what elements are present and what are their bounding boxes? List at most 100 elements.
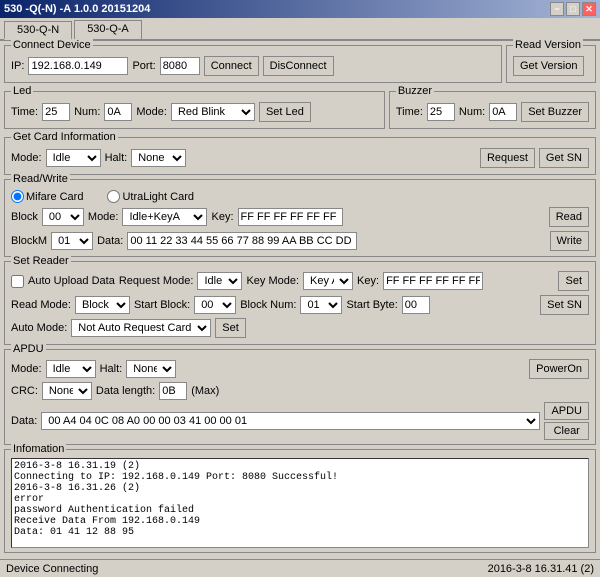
- mifare-radio-item[interactable]: Mifare Card: [11, 190, 83, 203]
- connect-device-section: Connect Device IP: Port: Connect DisConn…: [4, 45, 502, 83]
- apdu-button[interactable]: APDU: [544, 402, 589, 420]
- maximize-button[interactable]: □: [566, 2, 580, 16]
- block-num-label: Block Num:: [240, 299, 296, 311]
- power-on-button[interactable]: PowerOn: [529, 359, 589, 379]
- rw-mode-select[interactable]: Idle+KeyAIdle+KeyBAuto+KeyAAuto+KeyB: [122, 208, 207, 226]
- key-mode-select[interactable]: Key AKey B: [303, 272, 353, 290]
- card-mode-select[interactable]: IdleAutoManual: [46, 149, 101, 167]
- status-right: 2016-3-8 16.31.41 (2): [488, 563, 594, 575]
- clear-button[interactable]: Clear: [544, 422, 589, 440]
- led-mode-select[interactable]: Red Blink Green Blink Blue Blink Off: [171, 103, 255, 121]
- tab-530-q-a[interactable]: 530-Q-A: [74, 20, 142, 39]
- window-controls: − □ ✕: [550, 2, 596, 16]
- data-length-input[interactable]: [159, 382, 187, 400]
- rw-data-input[interactable]: [127, 232, 357, 250]
- ultralight-radio[interactable]: [107, 190, 120, 203]
- apdu-data-select[interactable]: 00 A4 04 0C 08 A0 00 00 03 41 00 00 01: [41, 412, 540, 430]
- card-mode-label: Mode:: [11, 152, 42, 164]
- read-version-section: Read Version Get Version: [506, 45, 596, 83]
- read-mode-select[interactable]: BlockSector: [75, 296, 130, 314]
- minimize-button[interactable]: −: [550, 2, 564, 16]
- title-bar: 530 -Q(-N) -A 1.0.0 20151204 − □ ✕: [0, 0, 600, 18]
- information-title: Infomation: [11, 443, 66, 455]
- buzzer-time-input[interactable]: [427, 103, 455, 121]
- tab-530-q-n[interactable]: 530-Q-N: [4, 21, 72, 40]
- information-section: Infomation 2016-3-8 16.31.19 (2)Connecti…: [4, 449, 596, 553]
- rw-key-input[interactable]: [238, 208, 343, 226]
- get-sn-button[interactable]: Get SN: [539, 148, 589, 168]
- rw-key-label: Key:: [211, 211, 233, 223]
- request-mode-label: Request Mode:: [119, 275, 194, 287]
- led-time-input[interactable]: [42, 103, 70, 121]
- data-length-label: Data length:: [96, 385, 155, 397]
- set-reader-title: Set Reader: [11, 255, 71, 267]
- port-input[interactable]: [160, 57, 200, 75]
- mifare-radio[interactable]: [11, 190, 24, 203]
- read-button[interactable]: Read: [549, 207, 589, 227]
- ip-label: IP:: [11, 60, 24, 72]
- auto-upload-checkbox[interactable]: [11, 275, 24, 288]
- apdu-mode-label: Mode:: [11, 363, 42, 375]
- key-mode-label: Key Mode:: [246, 275, 299, 287]
- buzzer-time-label: Time:: [396, 106, 423, 118]
- ultralight-radio-item[interactable]: UtraLight Card: [107, 190, 194, 203]
- set-button[interactable]: Set: [558, 271, 589, 291]
- set-buzzer-button[interactable]: Set Buzzer: [521, 102, 589, 122]
- mifare-label: Mifare Card: [26, 191, 83, 203]
- blockm-label: BlockM: [11, 235, 47, 247]
- ultralight-label: UtraLight Card: [122, 191, 194, 203]
- get-version-button[interactable]: Get Version: [513, 56, 584, 76]
- set-sn-button[interactable]: Set SN: [540, 295, 589, 315]
- rw-mode-label: Mode:: [88, 211, 119, 223]
- led-num-input[interactable]: [104, 103, 132, 121]
- auto-mode-label: Auto Mode:: [11, 322, 67, 334]
- window-title: 530 -Q(-N) -A 1.0.0 20151204: [4, 3, 150, 15]
- block-num-select[interactable]: 01020304: [300, 296, 342, 314]
- ip-input[interactable]: [28, 57, 128, 75]
- status-left: Device Connecting: [6, 563, 98, 575]
- led-mode-label: Mode:: [136, 106, 167, 118]
- request-mode-select[interactable]: IdleAuto: [197, 272, 242, 290]
- set-led-button[interactable]: Set Led: [259, 102, 311, 122]
- get-card-info-section: Get Card Information Mode: IdleAutoManua…: [4, 137, 596, 175]
- read-version-title: Read Version: [513, 39, 583, 51]
- start-block-select[interactable]: 00010203: [194, 296, 236, 314]
- connect-device-title: Connect Device: [11, 39, 93, 51]
- start-byte-label: Start Byte:: [346, 299, 397, 311]
- tab-bar: 530-Q-N 530-Q-A: [0, 18, 600, 41]
- read-mode-label: Read Mode:: [11, 299, 71, 311]
- close-button[interactable]: ✕: [582, 2, 596, 16]
- status-bar: Device Connecting 2016-3-8 16.31.41 (2): [0, 559, 600, 577]
- buzzer-num-input[interactable]: [489, 103, 517, 121]
- crc-label: CRC:: [11, 385, 38, 397]
- led-section: Led Time: Num: Mode: Red Blink Green Bli…: [4, 91, 385, 129]
- auto-upload-label: Auto Upload Data: [28, 275, 115, 287]
- block-select[interactable]: 00010203: [42, 208, 84, 226]
- request-button[interactable]: Request: [480, 148, 535, 168]
- apdu-mode-select[interactable]: IdleAuto: [46, 360, 96, 378]
- card-halt-label: Halt:: [105, 152, 128, 164]
- start-block-label: Start Block:: [134, 299, 190, 311]
- block-label: Block: [11, 211, 38, 223]
- write-button[interactable]: Write: [550, 231, 589, 251]
- read-write-title: Read/Write: [11, 173, 70, 185]
- connect-button[interactable]: Connect: [204, 56, 259, 76]
- apdu-section: APDU Mode: IdleAuto Halt: NoneHalt Power…: [4, 349, 596, 445]
- apdu-title: APDU: [11, 343, 46, 355]
- crc-select[interactable]: NoneCRC: [42, 382, 92, 400]
- buzzer-num-label: Num:: [459, 106, 485, 118]
- info-box[interactable]: 2016-3-8 16.31.19 (2)Connecting to IP: 1…: [11, 458, 589, 548]
- set-reader-section: Set Reader Auto Upload Data Request Mode…: [4, 261, 596, 345]
- set2-button[interactable]: Set: [215, 318, 246, 338]
- apdu-halt-label: Halt:: [100, 363, 123, 375]
- apdu-halt-select[interactable]: NoneHalt: [126, 360, 176, 378]
- apdu-data-label: Data:: [11, 415, 37, 427]
- card-halt-select[interactable]: NoneHalt: [131, 149, 186, 167]
- start-byte-input[interactable]: [402, 296, 430, 314]
- blockm-select[interactable]: 01020304: [51, 232, 93, 250]
- auto-mode-select[interactable]: Not Auto Request CardAuto Request Card: [71, 319, 211, 337]
- rw-data-label: Data:: [97, 235, 123, 247]
- disconnect-button[interactable]: DisConnect: [263, 56, 334, 76]
- data-length-max: (Max): [191, 385, 219, 397]
- sr-key-input[interactable]: [383, 272, 483, 290]
